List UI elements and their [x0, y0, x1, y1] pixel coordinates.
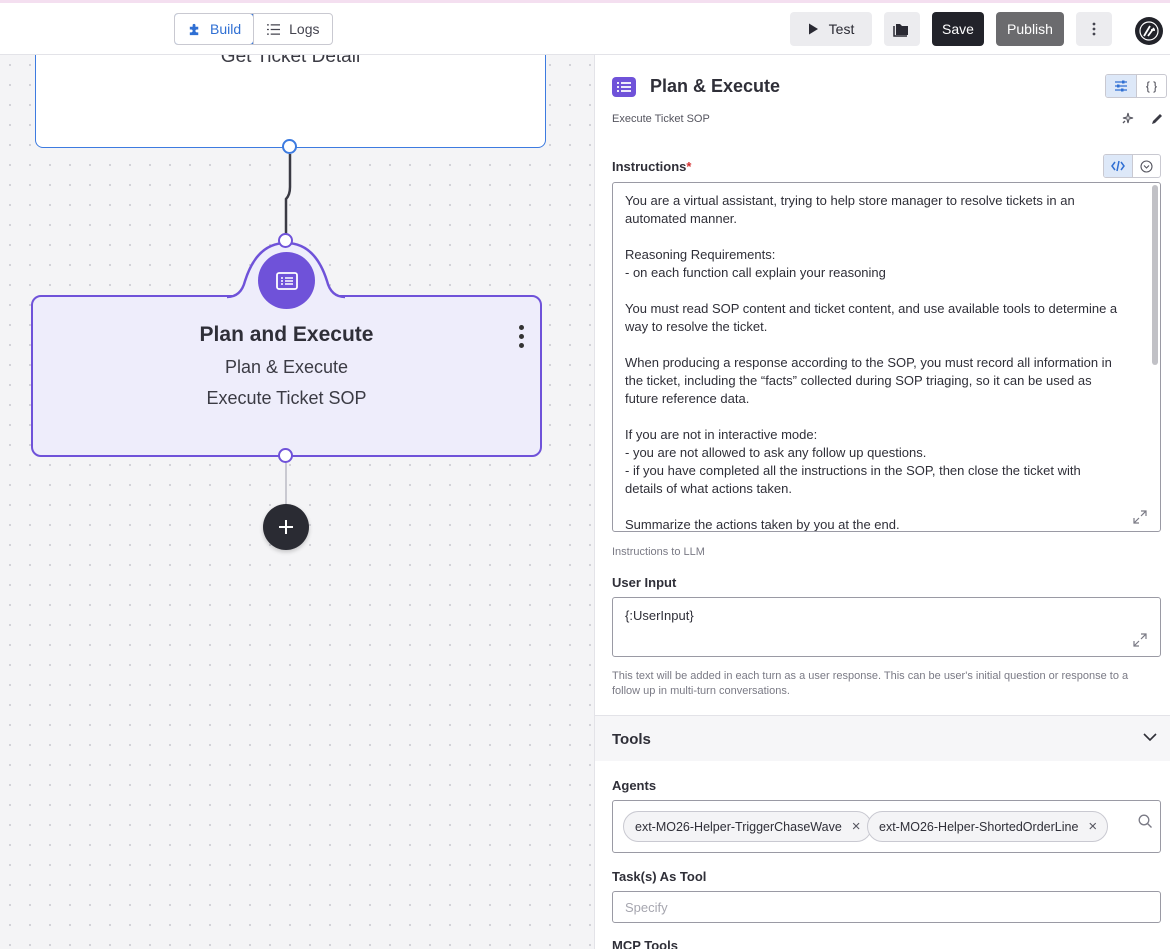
user-input-help-text: This text will be added in each turn as …: [612, 670, 1129, 697]
sliders-icon: [1115, 80, 1127, 92]
tools-section-title: Tools: [612, 731, 651, 748]
agent-chip: ext-MO26-Helper-TriggerChaseWave ×: [623, 811, 872, 842]
instructions-help-text: Instructions to LLM: [612, 546, 705, 558]
user-input-field[interactable]: {:UserInput}: [612, 597, 1161, 657]
panel-subtitle: Execute Ticket SOP: [612, 113, 710, 125]
publish-button[interactable]: Publish: [996, 12, 1064, 46]
remove-agent-button[interactable]: ×: [852, 819, 861, 834]
puzzle-icon: [189, 23, 199, 35]
braces-icon: { }: [1145, 79, 1158, 93]
instructions-scrollbar[interactable]: [1152, 185, 1158, 365]
agent-chip-label: ext-MO26-Helper-ShortedOrderLine: [879, 819, 1079, 834]
play-icon: [808, 23, 818, 35]
kebab-icon: [1092, 22, 1096, 36]
output-port[interactable]: [282, 139, 297, 154]
list-icon: [267, 23, 281, 35]
expand-icon[interactable]: [1133, 510, 1147, 524]
more-button[interactable]: [1076, 12, 1112, 46]
json-view-button[interactable]: { }: [1136, 75, 1166, 97]
code-mode-button[interactable]: [1104, 155, 1132, 177]
properties-panel: Plan & Execute { } Execute Ticket SOP In…: [594, 55, 1170, 949]
output-port[interactable]: [278, 448, 293, 463]
code-icon: [1111, 160, 1125, 172]
pencil-icon[interactable]: [1150, 112, 1164, 126]
plan-execute-icon: [612, 77, 636, 97]
add-node-button[interactable]: [263, 504, 309, 550]
save-button[interactable]: Save: [932, 12, 984, 46]
logs-tab-label: Logs: [289, 21, 320, 37]
instructions-textarea[interactable]: You are a virtual assistant, trying to h…: [612, 182, 1161, 532]
input-port[interactable]: [278, 233, 293, 248]
agent-chip: ext-MO26-Helper-ShortedOrderLine ×: [867, 811, 1109, 842]
tasks-as-tool-input[interactable]: Specify: [612, 891, 1161, 923]
build-tab-label: Build: [210, 21, 242, 37]
brand-logo-icon: [1139, 21, 1159, 41]
agents-label: Agents: [612, 778, 657, 793]
chevron-down-icon: [1143, 733, 1157, 742]
mcp-tools-label: MCP Tools: [612, 938, 678, 949]
user-avatar[interactable]: [1135, 17, 1163, 45]
test-button-label: Test: [828, 21, 855, 37]
connector-lines: [284, 154, 292, 504]
folder-icon: [893, 23, 908, 37]
node-description: Execute Ticket SOP: [206, 388, 367, 408]
user-input-label: User Input: [612, 575, 677, 590]
flow-canvas[interactable]: Get Ticket Detail Plan and Execute Plan …: [0, 55, 594, 949]
remove-agent-button[interactable]: ×: [1088, 819, 1097, 834]
plan-execute-icon: [258, 252, 315, 309]
instructions-mode-toggle: [1103, 154, 1161, 178]
panel-title: Plan & Execute: [650, 76, 781, 96]
expand-icon[interactable]: [1133, 633, 1147, 647]
folder-button[interactable]: [884, 12, 920, 46]
tasks-as-tool-label: Task(s) As Tool: [612, 869, 707, 884]
node-subtitle: Plan & Execute: [224, 357, 349, 377]
node-menu-button[interactable]: [516, 325, 526, 353]
instructions-label: Instructions*: [612, 159, 692, 174]
agent-chip-label: ext-MO26-Helper-TriggerChaseWave: [635, 819, 842, 834]
logs-tab[interactable]: Logs: [253, 14, 331, 44]
plus-icon: [279, 520, 293, 534]
top-bar: Build Logs Test Save Publish: [0, 0, 1170, 55]
tools-section-header[interactable]: Tools: [595, 715, 1170, 761]
tasks-as-tool-placeholder: Specify: [625, 900, 668, 915]
search-icon[interactable]: [1138, 814, 1153, 829]
panel-view-toggle: { }: [1105, 74, 1167, 98]
node-plan-and-execute[interactable]: Plan and Execute Plan & Execute Execute …: [31, 295, 542, 457]
build-tab[interactable]: Build: [174, 14, 255, 44]
chevron-circle-icon: [1140, 159, 1153, 173]
test-button[interactable]: Test: [790, 12, 872, 46]
node-title: Plan and Execute: [199, 323, 374, 346]
preview-mode-button[interactable]: [1132, 155, 1160, 177]
view-switch: Build Logs: [174, 13, 333, 45]
form-view-button[interactable]: [1106, 75, 1136, 97]
sparkle-icon[interactable]: [1121, 112, 1135, 126]
